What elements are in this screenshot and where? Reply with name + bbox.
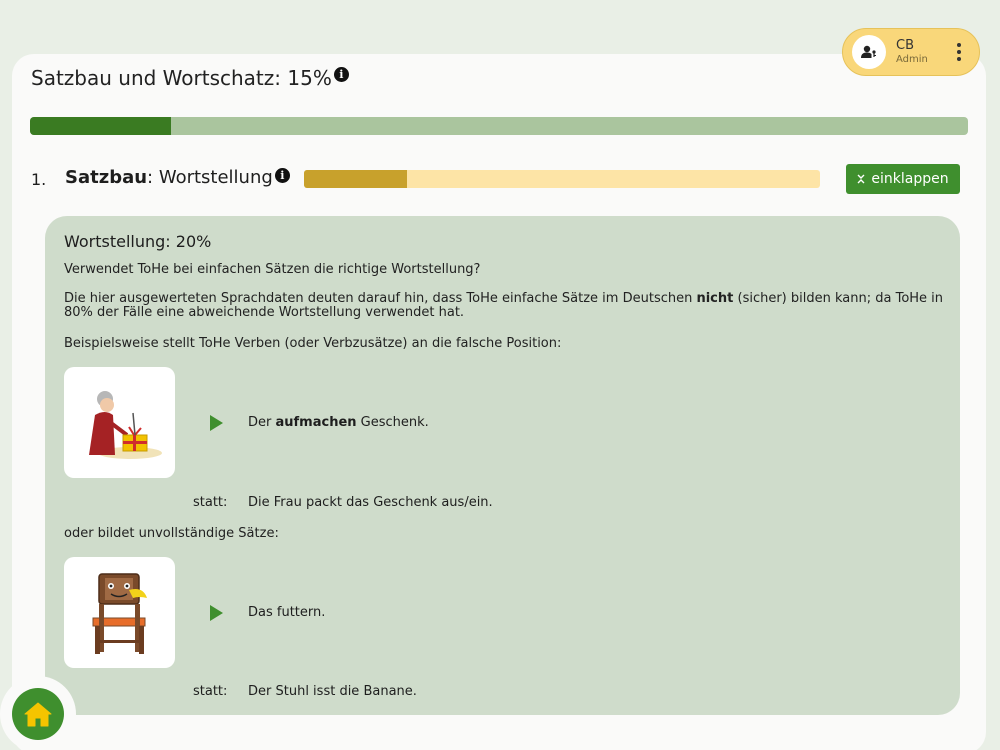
example-sentence: Das futtern. bbox=[248, 605, 325, 620]
correct-sentence: Die Frau packt das Geschenk aus/ein. bbox=[248, 495, 493, 510]
home-button[interactable] bbox=[12, 688, 64, 740]
intro-text-incomplete: oder bildet unvollständige Sätze: bbox=[64, 526, 279, 541]
assessment-text: Die hier ausgewerteten Sprachdaten deute… bbox=[64, 292, 944, 320]
statt-label: statt: bbox=[193, 684, 228, 699]
collapse-icon bbox=[857, 174, 865, 184]
section-title-rest: : Wortstellung bbox=[147, 167, 273, 188]
section-title-bold: Satzbau bbox=[65, 167, 148, 188]
section-progress-bar bbox=[304, 170, 820, 188]
collapse-button[interactable]: einklappen bbox=[846, 164, 960, 194]
page-title: Satzbau und Wortschatz: 15% i bbox=[31, 66, 349, 90]
correct-sentence: Der Stuhl isst die Banane. bbox=[248, 684, 417, 699]
section-title: Satzbau : Wortstellung i bbox=[65, 167, 290, 188]
overall-progress-bar bbox=[30, 117, 968, 135]
panel-heading: Wortstellung: 20% bbox=[64, 232, 212, 251]
user-initials: CB bbox=[896, 37, 914, 53]
play-icon[interactable] bbox=[210, 415, 223, 431]
page-title-text: Satzbau und Wortschatz: 15% bbox=[31, 66, 332, 90]
example-sentence-bold: aufmachen bbox=[275, 415, 357, 430]
home-icon bbox=[24, 702, 52, 727]
section-header: 1. Satzbau : Wortstellung i einklappen bbox=[31, 164, 961, 194]
example-image-chair bbox=[64, 557, 175, 668]
statt-label: statt: bbox=[193, 495, 228, 510]
user-menu[interactable]: CB Admin bbox=[842, 28, 980, 76]
detail-panel: Wortstellung: 20% Verwendet ToHe bei ein… bbox=[45, 216, 960, 715]
play-icon[interactable] bbox=[210, 605, 223, 621]
info-icon[interactable]: i bbox=[274, 168, 290, 183]
section-progress-fill bbox=[304, 170, 408, 188]
example-sentence-pre: Der bbox=[248, 415, 276, 430]
user-admin-icon bbox=[852, 35, 886, 69]
example-sentence-post: Geschenk. bbox=[356, 415, 429, 430]
example-sentence: Der aufmachen Geschenk. bbox=[248, 415, 429, 430]
overall-progress-fill bbox=[30, 117, 171, 135]
question-text: Verwendet ToHe bei einfachen Sätzen die … bbox=[64, 262, 481, 277]
more-vertical-icon[interactable] bbox=[957, 43, 961, 61]
example-image-gift bbox=[64, 367, 175, 478]
info-icon[interactable]: i bbox=[333, 67, 349, 82]
collapse-label: einklappen bbox=[871, 171, 949, 187]
intro-text-verbs: Beispielsweise stellt ToHe Verben (oder … bbox=[64, 336, 562, 351]
assessment-pre: Die hier ausgewerteten Sprachdaten deute… bbox=[64, 291, 697, 306]
section-number: 1. bbox=[31, 170, 47, 189]
example-sentence-pre: Das futtern. bbox=[248, 605, 326, 620]
user-role: Admin bbox=[896, 53, 928, 65]
assessment-bold: nicht bbox=[696, 291, 734, 306]
